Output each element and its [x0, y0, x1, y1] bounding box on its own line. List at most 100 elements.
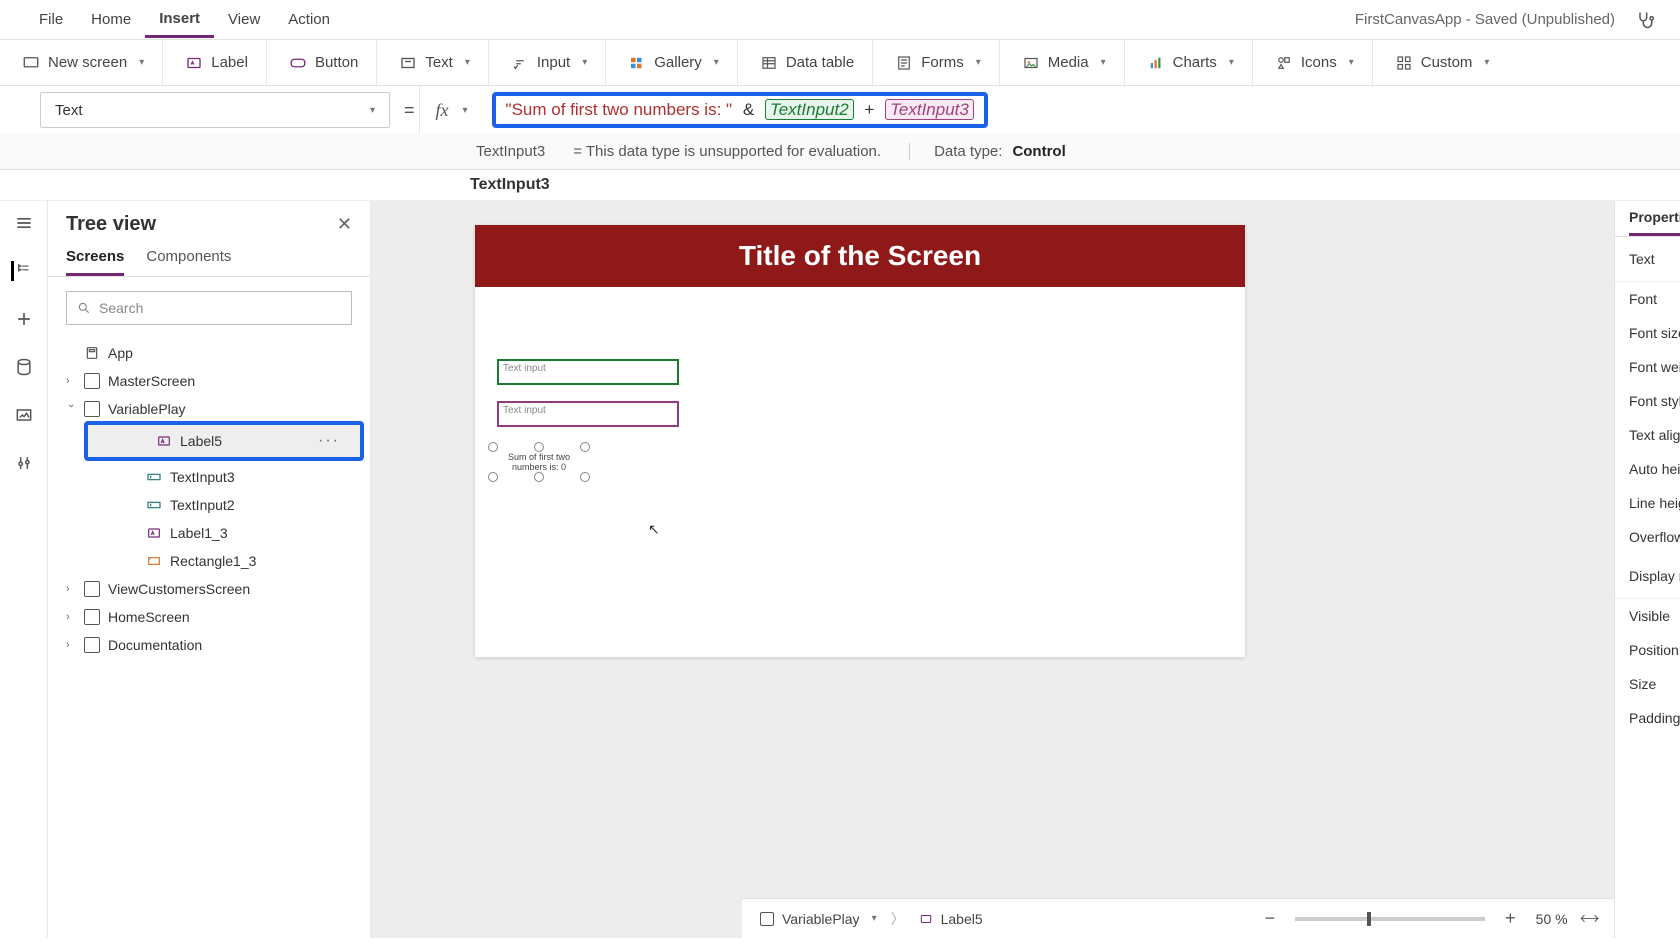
prop-line-height[interactable]: Line height — [1615, 486, 1680, 520]
canvas-screen[interactable]: Title of the Screen Text input Text inpu… — [475, 225, 1245, 657]
zoom-slider-handle[interactable] — [1367, 912, 1371, 926]
hint-identifier: TextInput3 — [476, 143, 573, 160]
tree-view-icon[interactable] — [11, 261, 31, 281]
tree-item-homescreen[interactable]: › HomeScreen — [48, 603, 370, 631]
property-selector[interactable]: Text ▾ — [40, 92, 390, 128]
prop-position[interactable]: Position — [1615, 633, 1680, 667]
resize-handle[interactable] — [488, 442, 498, 452]
custom-button[interactable]: Custom▾ — [1377, 40, 1508, 85]
button-button[interactable]: Button — [271, 40, 377, 85]
formula-ref-textinput2: TextInput2 — [765, 99, 854, 120]
tree-item-label: App — [108, 345, 133, 361]
resize-handle[interactable] — [580, 442, 590, 452]
zoom-out-button[interactable]: − — [1259, 908, 1282, 929]
tree-item-viewcustomers[interactable]: › ViewCustomersScreen — [48, 575, 370, 603]
intellisense-suggestion[interactable]: TextInput3 — [0, 170, 1680, 201]
label-button-label: Label — [211, 54, 248, 71]
resize-handle[interactable] — [488, 472, 498, 482]
screen-icon — [760, 912, 774, 926]
tab-components[interactable]: Components — [146, 248, 231, 276]
tree-item-documentation[interactable]: › Documentation — [48, 631, 370, 659]
zoom-in-button[interactable]: + — [1499, 908, 1522, 929]
screen-icon — [84, 581, 100, 597]
tree-item-label5[interactable]: Label5 ··· — [88, 425, 360, 457]
close-icon[interactable]: ✕ — [337, 214, 352, 235]
resize-handle[interactable] — [580, 472, 590, 482]
breadcrumb-control-label: Label5 — [941, 911, 983, 927]
menu-action[interactable]: Action — [274, 3, 344, 36]
media-button-label: Media — [1048, 54, 1089, 71]
prop-font-weight[interactable]: Font weight — [1615, 350, 1680, 384]
resize-handle[interactable] — [534, 472, 544, 482]
expand-icon[interactable]: › — [66, 639, 76, 651]
breadcrumb-control[interactable]: Label5 — [919, 911, 983, 927]
fit-to-window-icon[interactable]: ⤢ — [1576, 906, 1601, 931]
canvas-textinput3[interactable]: Text input — [497, 401, 679, 427]
prop-visible[interactable]: Visible — [1615, 599, 1680, 633]
text-button-label: Text — [425, 54, 453, 71]
prop-text-alignment[interactable]: Text alignment — [1615, 418, 1680, 452]
expand-icon[interactable]: › — [66, 583, 76, 595]
prop-font[interactable]: Font — [1615, 282, 1680, 316]
tree-item-label1-3[interactable]: Label1_3 — [48, 519, 370, 547]
formula-bar-input[interactable]: "Sum of first two numbers is: " & TextIn… — [484, 86, 1680, 134]
prop-overflow[interactable]: Overflow — [1615, 520, 1680, 554]
prop-display-mode[interactable]: Display mode — [1615, 554, 1680, 599]
menu-view[interactable]: View — [214, 3, 274, 36]
tree-item-app[interactable]: App — [48, 339, 370, 367]
canvas-textinput2[interactable]: Text input — [497, 359, 679, 385]
chevron-down-icon[interactable]: ▾ — [463, 105, 468, 116]
data-table-button[interactable]: Data table — [742, 40, 873, 85]
prop-font-size[interactable]: Font size — [1615, 316, 1680, 350]
formula-amp: & — [737, 100, 760, 119]
chevron-down-icon[interactable]: ▾ — [872, 913, 877, 924]
new-screen-button[interactable]: New screen▾ — [22, 40, 163, 85]
forms-button[interactable]: Forms▾ — [877, 40, 1000, 85]
advanced-tools-icon[interactable] — [14, 453, 34, 473]
prop-font-style[interactable]: Font style — [1615, 384, 1680, 418]
tab-properties[interactable]: Properties — [1629, 209, 1680, 236]
collapse-icon[interactable]: › — [65, 404, 77, 414]
tree-item-variableplay[interactable]: › VariablePlay — [48, 395, 370, 423]
zoom-slider[interactable] — [1295, 917, 1485, 921]
prop-size[interactable]: Size — [1615, 667, 1680, 701]
chevron-down-icon: ▾ — [465, 57, 470, 68]
text-button[interactable]: Text ▾ — [381, 40, 489, 85]
zoom-level: 50 % — [1536, 911, 1568, 927]
menu-home[interactable]: Home — [77, 3, 145, 36]
fx-icon[interactable]: fx — [436, 100, 449, 121]
label-icon — [919, 912, 933, 926]
tree-item-masterscreen[interactable]: › MasterScreen — [48, 367, 370, 395]
prop-text[interactable]: Text — [1615, 237, 1680, 282]
screen-title-bar[interactable]: Title of the Screen — [475, 225, 1245, 287]
menu-file[interactable]: File — [25, 3, 77, 36]
tree-search-input[interactable]: Search — [66, 291, 352, 325]
gallery-button[interactable]: Gallery▾ — [610, 40, 738, 85]
prop-auto-height[interactable]: Auto height — [1615, 452, 1680, 486]
insert-icon[interactable] — [14, 309, 34, 329]
tab-screens[interactable]: Screens — [66, 248, 124, 276]
custom-button-label: Custom — [1421, 54, 1473, 71]
tree-item-textinput3[interactable]: TextInput3 — [48, 463, 370, 491]
menu-insert[interactable]: Insert — [145, 2, 214, 38]
media-button[interactable]: Media▾ — [1004, 40, 1125, 85]
more-icon[interactable]: ··· — [318, 432, 340, 450]
icons-button[interactable]: Icons▾ — [1257, 40, 1373, 85]
app-checker-icon[interactable] — [1635, 10, 1655, 30]
prop-padding[interactable]: Padding — [1615, 701, 1680, 735]
media-rail-icon[interactable] — [14, 405, 34, 425]
tree-item-textinput2[interactable]: TextInput2 — [48, 491, 370, 519]
resize-handle[interactable] — [534, 442, 544, 452]
expand-icon[interactable]: › — [66, 611, 76, 623]
charts-button[interactable]: Charts▾ — [1129, 40, 1253, 85]
breadcrumb-screen[interactable]: VariablePlay ▾ — [760, 911, 877, 927]
canvas-label5-selected[interactable]: Sum of first two numbers is: 0 — [493, 447, 585, 477]
hamburger-icon[interactable] — [14, 213, 34, 233]
data-icon[interactable] — [14, 357, 34, 377]
tree-item-label: ViewCustomersScreen — [108, 581, 250, 597]
tree-item-rectangle1-3[interactable]: Rectangle1_3 — [48, 547, 370, 575]
input-button[interactable]: Input▾ — [493, 40, 606, 85]
label-button[interactable]: Label — [167, 40, 267, 85]
expand-icon[interactable]: › — [66, 375, 76, 387]
chevron-down-icon: ▾ — [582, 57, 587, 68]
